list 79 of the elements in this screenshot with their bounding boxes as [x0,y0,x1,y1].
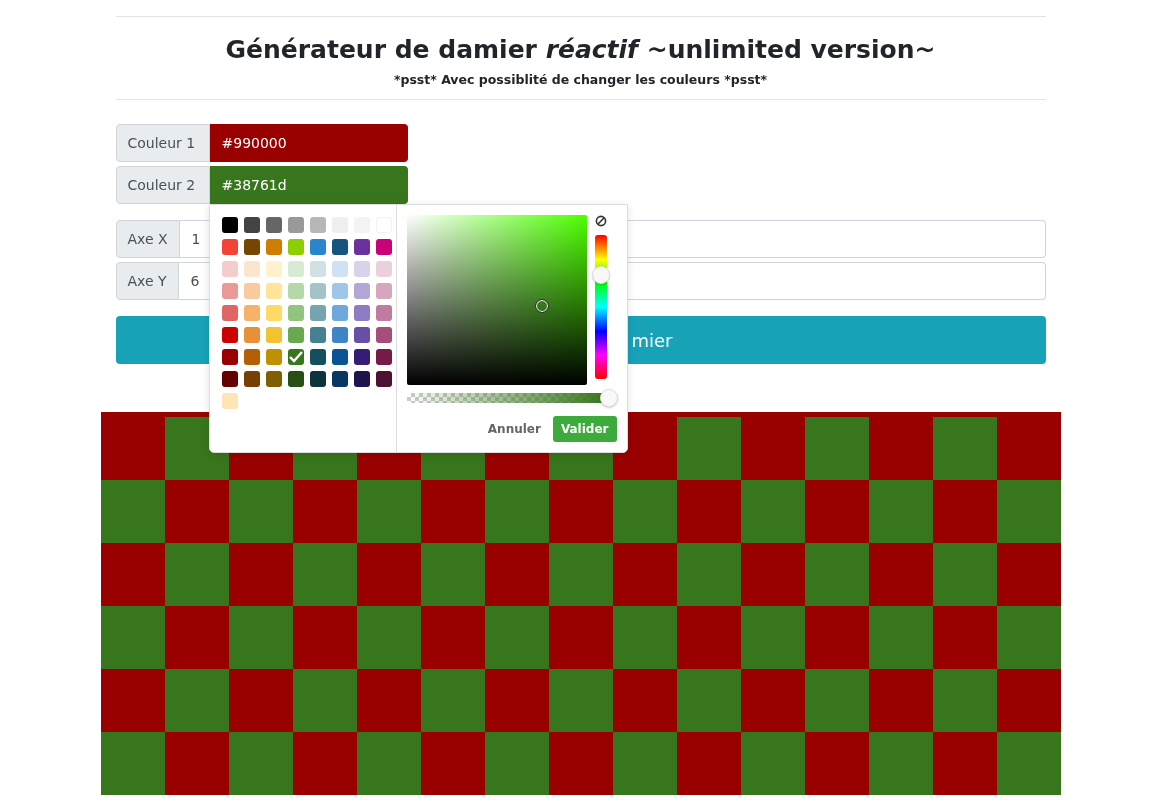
color-swatch[interactable] [221,327,238,343]
page-title: Générateur de damier réactif ~unlimited version~ [225,35,936,64]
color-swatch[interactable] [375,283,392,299]
color-swatch[interactable] [353,261,370,277]
color-swatch[interactable] [243,349,260,365]
checkmark-icon [288,351,303,363]
color-swatch[interactable] [265,217,282,233]
color-swatch[interactable] [353,283,370,299]
color-swatch[interactable] [331,305,348,321]
opacity-slider-thumb[interactable] [599,389,618,407]
color-swatch[interactable] [353,349,370,365]
color-swatch[interactable] [287,239,304,255]
color-input[interactable]: #38761d [209,166,408,204]
color-swatch[interactable] [265,371,282,387]
color-swatch[interactable] [309,239,326,255]
color-swatch[interactable] [331,371,348,387]
color-swatch[interactable] [309,217,326,233]
color-swatch[interactable] [375,239,392,255]
color-swatch[interactable] [353,327,370,343]
color-swatch[interactable] [331,261,348,277]
color-swatch[interactable] [243,239,260,255]
hue-slider-thumb[interactable] [591,266,610,285]
color-swatch[interactable] [331,327,348,343]
color-swatch[interactable] [287,305,304,321]
color-swatch[interactable] [221,371,238,387]
color-swatch[interactable] [353,239,370,255]
color-swatch[interactable] [353,305,370,321]
color-swatch[interactable] [309,327,326,343]
color-swatch[interactable] [265,349,282,365]
hue-slider[interactable] [594,235,607,379]
color-swatch[interactable] [243,327,260,343]
color-swatch[interactable] [243,305,260,321]
color-swatch[interactable] [221,283,238,299]
color-swatch[interactable] [287,217,304,233]
color-swatch[interactable] [265,239,282,255]
color-swatch[interactable] [309,371,326,387]
color-swatch[interactable] [287,327,304,343]
color-swatch[interactable] [331,283,348,299]
color-swatch[interactable] [265,261,282,277]
color-swatch[interactable] [265,305,282,321]
color-swatch[interactable] [375,371,392,387]
color-swatch[interactable] [309,349,326,365]
color-swatch[interactable] [287,371,304,387]
color-swatch[interactable] [287,349,304,365]
color-swatch[interactable] [375,261,392,277]
color-swatch[interactable] [309,261,326,277]
color-swatch[interactable] [221,217,238,233]
color-swatch[interactable] [375,349,392,365]
no-color-icon[interactable] [594,215,607,227]
axis-label: Axe X [115,220,180,258]
color-swatch[interactable] [243,261,260,277]
page-subtitle: *psst* Avec possiblité de changer les couleurs *psst* [393,72,768,87]
color-swatch[interactable] [309,305,326,321]
color-swatch[interactable] [221,239,238,255]
saturation-area[interactable] [406,215,587,385]
confirm-button[interactable]: Valider [552,416,617,442]
color-label: Couleur 2 [115,166,210,204]
color-swatch[interactable] [287,283,304,299]
opacity-slider[interactable] [406,389,617,407]
axis-label: Axe Y [115,262,179,300]
color-swatch[interactable] [265,327,282,343]
color-swatch[interactable] [221,349,238,365]
color-swatch[interactable] [221,305,238,321]
color-swatch[interactable] [309,283,326,299]
color-swatch[interactable] [243,371,260,387]
color-swatch[interactable] [265,283,282,299]
color-swatch[interactable] [375,327,392,343]
color-swatch[interactable] [243,283,260,299]
color-swatch[interactable] [221,393,238,409]
color-label: Couleur 1 [115,124,210,162]
color-swatch[interactable] [353,371,370,387]
color-swatch[interactable] [287,261,304,277]
color-swatch[interactable] [375,305,392,321]
color-input[interactable]: #990000 [209,124,408,162]
color-swatch[interactable] [331,349,348,365]
color-swatch[interactable] [243,217,260,233]
cancel-button[interactable]: Annuler [487,422,541,436]
color-swatch[interactable] [221,261,238,277]
color-swatch[interactable] [331,239,348,255]
